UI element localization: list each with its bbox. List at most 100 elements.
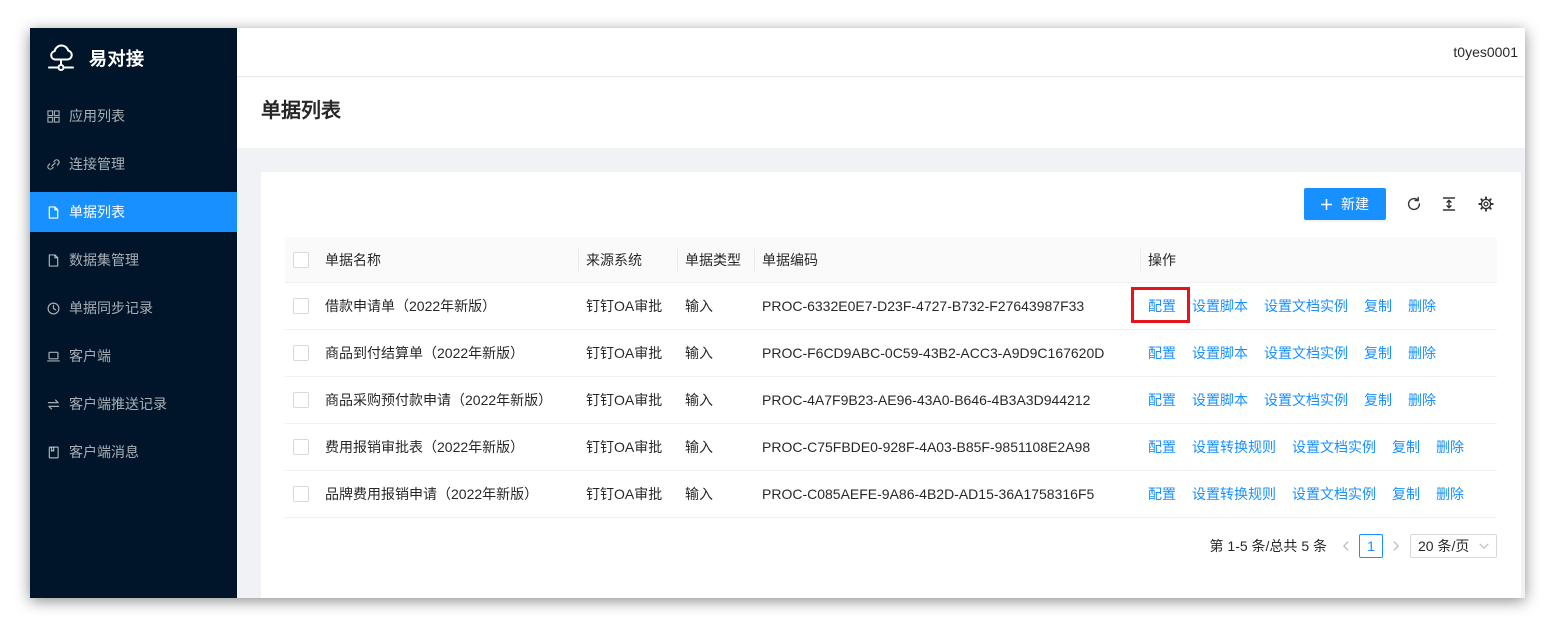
row-selection-cell bbox=[285, 377, 317, 423]
sidebar-item-label: 应用列表 bbox=[69, 108, 125, 124]
action-delete-link[interactable]: 删除 bbox=[1408, 343, 1436, 363]
row-selection-cell bbox=[285, 330, 317, 376]
sidebar: 易对接 应用列表 连接管理 单据列表 数据集管理 单据同步记录 客户端 客户端推… bbox=[30, 28, 237, 598]
action-config-link[interactable]: 配置 bbox=[1148, 390, 1176, 410]
column-header-type: 单据类型 bbox=[677, 237, 754, 282]
sidebar-item-label: 单据同步记录 bbox=[69, 300, 153, 316]
column-header-code: 单据编码 bbox=[754, 237, 1140, 282]
column-header-actions: 操作 bbox=[1140, 237, 1497, 282]
user-menu[interactable]: t0yes0001 bbox=[1453, 28, 1518, 76]
sidebar-item-label: 连接管理 bbox=[69, 156, 125, 172]
file-icon bbox=[46, 253, 60, 267]
action-config-link[interactable]: 配置 bbox=[1148, 437, 1176, 457]
document-code: PROC-F6CD9ABC-0C59-43B2-ACC3-A9D9C167620… bbox=[762, 345, 1105, 361]
row-actions: 配置 设置转换规则 设置文档实例 复制 删除 bbox=[1140, 471, 1497, 517]
action-config-link[interactable]: 配置 bbox=[1148, 343, 1176, 363]
row-actions: 配置 设置脚本 设置文档实例 复制 删除 bbox=[1140, 377, 1497, 423]
document-type: 输入 bbox=[685, 392, 713, 408]
row-actions: 配置 设置脚本 设置文档实例 复制 删除 bbox=[1140, 330, 1497, 376]
action-set-conversion-rule-link[interactable]: 设置转换规则 bbox=[1192, 437, 1276, 457]
sidebar-item-sync-records[interactable]: 单据同步记录 bbox=[30, 288, 237, 328]
action-copy-link[interactable]: 复制 bbox=[1364, 296, 1392, 316]
action-set-doc-instance-link[interactable]: 设置文档实例 bbox=[1292, 437, 1376, 457]
document-code: PROC-4A7F9B23-AE96-43A0-B646-4B3A3D94421… bbox=[762, 392, 1091, 408]
row-selection-cell bbox=[285, 424, 317, 470]
sidebar-item-client-messages[interactable]: 客户端消息 bbox=[30, 432, 237, 472]
row-checkbox[interactable] bbox=[293, 392, 309, 408]
pagination: 第 1-5 条/总共 5 条 1 20 条/页 bbox=[1210, 534, 1497, 558]
table-header: 单据名称 来源系统 单据类型 单据编码 操作 bbox=[285, 237, 1497, 283]
action-config-link[interactable]: 配置 bbox=[1148, 484, 1176, 504]
column-height-icon[interactable] bbox=[1441, 196, 1457, 212]
document-name: 品牌费用报销申请（2022年新版） bbox=[325, 486, 539, 502]
sidebar-item-client-push-records[interactable]: 客户端推送记录 bbox=[30, 384, 237, 424]
source-system: 钉钉OA审批 bbox=[586, 439, 663, 455]
logo[interactable]: 易对接 bbox=[30, 28, 237, 92]
right-icon[interactable] bbox=[1384, 534, 1408, 558]
document-name: 借款申请单（2022年新版） bbox=[325, 298, 497, 314]
appstore-icon bbox=[46, 109, 60, 123]
page-header: 单据列表 bbox=[237, 77, 1525, 148]
sidebar-item-dataset-management[interactable]: 数据集管理 bbox=[30, 240, 237, 280]
action-delete-link[interactable]: 删除 bbox=[1408, 390, 1436, 410]
row-checkbox[interactable] bbox=[293, 345, 309, 361]
sidebar-item-label: 客户端推送记录 bbox=[69, 396, 167, 412]
setting-icon[interactable] bbox=[1478, 196, 1494, 212]
action-set-script-link[interactable]: 设置脚本 bbox=[1192, 296, 1248, 316]
action-copy-link[interactable]: 复制 bbox=[1364, 390, 1392, 410]
action-set-doc-instance-link[interactable]: 设置文档实例 bbox=[1264, 343, 1348, 363]
reload-icon[interactable] bbox=[1406, 196, 1422, 212]
page-title: 单据列表 bbox=[261, 100, 341, 122]
laptop-icon bbox=[46, 349, 60, 363]
selection-column-header bbox=[285, 237, 317, 282]
app-name: 易对接 bbox=[89, 49, 145, 69]
row-selection-cell bbox=[285, 283, 317, 329]
source-system: 钉钉OA审批 bbox=[586, 392, 663, 408]
sidebar-item-client[interactable]: 客户端 bbox=[30, 336, 237, 376]
sidebar-item-label: 数据集管理 bbox=[69, 252, 139, 268]
row-checkbox[interactable] bbox=[293, 439, 309, 455]
document-type: 输入 bbox=[685, 439, 713, 455]
sidebar-item-connections[interactable]: 连接管理 bbox=[30, 144, 237, 184]
sidebar-item-label: 客户端消息 bbox=[69, 444, 139, 460]
new-button-label: 新建 bbox=[1341, 196, 1369, 212]
action-delete-link[interactable]: 删除 bbox=[1436, 484, 1464, 504]
pagination-page[interactable]: 1 bbox=[1359, 534, 1383, 558]
action-config-link[interactable]: 配置 bbox=[1148, 296, 1176, 316]
row-selection-cell bbox=[285, 471, 317, 517]
row-actions: 配置 设置转换规则 设置文档实例 复制 删除 bbox=[1140, 424, 1497, 470]
sidebar-item-app-list[interactable]: 应用列表 bbox=[30, 96, 237, 136]
action-set-script-link[interactable]: 设置脚本 bbox=[1192, 390, 1248, 410]
sidebar-item-label: 客户端 bbox=[69, 348, 111, 364]
swap-icon bbox=[46, 397, 60, 411]
row-checkbox[interactable] bbox=[293, 486, 309, 502]
table-row: 费用报销审批表（2022年新版） 钉钉OA审批 输入 PROC-C75FBDE0… bbox=[285, 424, 1497, 471]
cloud-logo-icon bbox=[47, 42, 75, 74]
select-all-checkbox[interactable] bbox=[293, 251, 309, 268]
left-icon[interactable] bbox=[1334, 534, 1358, 558]
new-button[interactable]: 新建 bbox=[1304, 188, 1386, 220]
row-actions: 配置 设置脚本 设置文档实例 复制 删除 bbox=[1140, 283, 1497, 329]
document-code: PROC-6332E0E7-D23F-4727-B732-F27643987F3… bbox=[762, 298, 1085, 314]
action-copy-link[interactable]: 复制 bbox=[1392, 484, 1420, 504]
action-set-script-link[interactable]: 设置脚本 bbox=[1192, 343, 1248, 363]
row-checkbox[interactable] bbox=[293, 298, 309, 314]
action-copy-link[interactable]: 复制 bbox=[1392, 437, 1420, 457]
action-delete-link[interactable]: 删除 bbox=[1408, 296, 1436, 316]
action-set-doc-instance-link[interactable]: 设置文档实例 bbox=[1264, 296, 1348, 316]
top-header: t0yes0001 bbox=[237, 28, 1525, 76]
action-delete-link[interactable]: 删除 bbox=[1436, 437, 1464, 457]
page-size-value: 20 条/页 bbox=[1418, 538, 1470, 554]
action-set-doc-instance-link[interactable]: 设置文档实例 bbox=[1264, 390, 1348, 410]
table-row: 商品到付结算单（2022年新版） 钉钉OA审批 输入 PROC-F6CD9ABC… bbox=[285, 330, 1497, 377]
page-size-select[interactable]: 20 条/页 bbox=[1410, 534, 1497, 558]
action-set-doc-instance-link[interactable]: 设置文档实例 bbox=[1292, 484, 1376, 504]
sidebar-item-document-list[interactable]: 单据列表 bbox=[30, 192, 237, 232]
sidebar-item-label: 单据列表 bbox=[69, 204, 125, 220]
table-row: 借款申请单（2022年新版） 钉钉OA审批 输入 PROC-6332E0E7-D… bbox=[285, 283, 1497, 330]
document-type: 输入 bbox=[685, 345, 713, 361]
action-set-conversion-rule-link[interactable]: 设置转换规则 bbox=[1192, 484, 1276, 504]
document-code: PROC-C085AEFE-9A86-4B2D-AD15-36A1758316F… bbox=[762, 486, 1095, 502]
app-window: 易对接 应用列表 连接管理 单据列表 数据集管理 单据同步记录 客户端 客户端推… bbox=[30, 28, 1525, 598]
action-copy-link[interactable]: 复制 bbox=[1364, 343, 1392, 363]
